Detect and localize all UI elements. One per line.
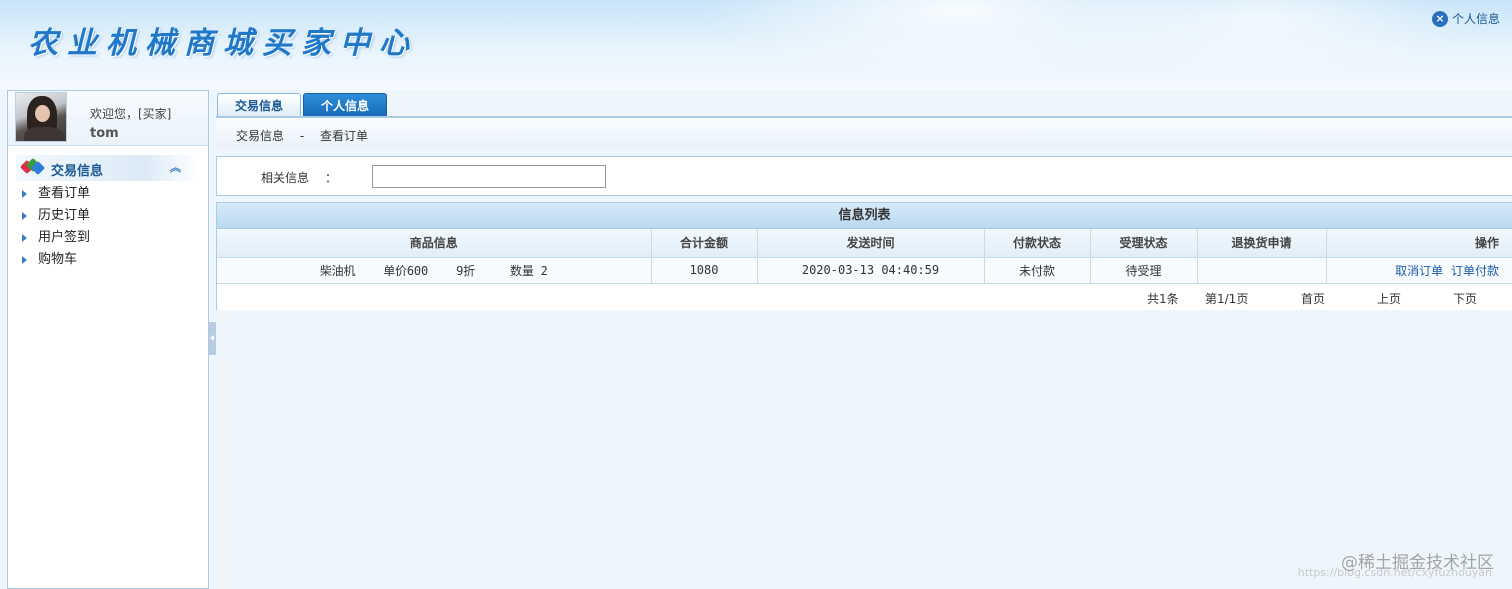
sidebar-item-label: 查看订单 [38,186,91,201]
breadcrumb-page: 查看订单 [320,129,369,143]
breadcrumb-separator: - [299,129,305,143]
pager-total: 共1条 [1147,291,1179,306]
sidebar-item-label: 历史订单 [38,208,91,223]
sidebar-item-history-orders[interactable]: 历史订单 [8,205,208,227]
table-header-row: 商品信息 合计金额 发送时间 付款状态 受理状态 退换货申请 操作 [217,229,1512,258]
cell-actions: 取消订单 订单付款 [1326,257,1512,284]
pager-next-link[interactable]: 下页 [1453,290,1477,307]
pager-page: 第1/1页 [1205,291,1249,306]
user-box: 欢迎您，[买家] tom [8,91,208,146]
tab-trade-info[interactable]: 交易信息 [217,93,301,118]
cell-pay-status: 未付款 [984,257,1091,284]
column-header: 受理状态 [1090,229,1198,258]
column-header: 操作 [1326,229,1512,258]
triangle-right-icon [22,234,27,242]
watermark-url: https://blog.csdn.net/cxyfuzhouyan [1297,566,1492,579]
column-header: 商品信息 [217,229,652,258]
chevron-up-icon[interactable]: ︽ [170,159,181,175]
column-header: 合计金额 [651,229,758,258]
username: tom [90,126,119,141]
order-table: 商品信息 合计金额 发送时间 付款状态 受理状态 退换货申请 操作 柴油机 单价… [217,229,1512,284]
cell-product: 柴油机 单价600 9折 数量 2 [217,257,652,284]
search-input[interactable] [372,165,606,188]
tab-personal-info[interactable]: 个人信息 [303,93,387,118]
sidebar-item-cart[interactable]: 购物车 [8,249,208,271]
welcome-text: 欢迎您，[买家] [90,107,172,121]
triangle-right-icon [22,190,27,198]
column-header: 发送时间 [757,229,985,258]
table-title: 信息列表 [217,203,1512,229]
top-personal-info-link[interactable]: × 个人信息 [1431,10,1500,27]
column-header: 退换货申请 [1197,229,1327,258]
pager-first-link[interactable]: 首页 [1301,290,1325,307]
sidebar-menu-header[interactable]: 交易信息 ︽ [16,155,200,181]
search-panel: 相关信息 ： [216,156,1512,196]
sidebar: 欢迎您，[买家] tom 交易信息 ︽ 查看订单 历史订单 用户签到 购物车 [7,90,209,589]
search-label-colon: ： [325,171,338,185]
cell-total: 1080 [651,257,758,284]
search-label: 相关信息 [261,171,310,185]
sidebar-item-label: 用户签到 [38,230,91,245]
sidebar-menu-list: 查看订单 历史订单 用户签到 购物车 [8,183,208,271]
breadcrumb-section: 交易信息 [236,129,285,143]
tab-bar: 交易信息 个人信息 [216,93,1512,118]
avatar [15,92,67,142]
pager-prev-link[interactable]: 上页 [1377,290,1401,307]
sidebar-collapse-handle[interactable] [209,322,216,355]
table-row: 柴油机 单价600 9折 数量 2 1080 2020-03-13 04:40:… [217,257,1512,284]
cell-return-request [1197,257,1327,284]
triangle-right-icon [22,256,27,264]
column-header: 付款状态 [984,229,1091,258]
header-banner: 农业机械商城买家中心 × 个人信息 [0,0,1512,90]
sidebar-menu-title: 交易信息 [51,164,104,179]
top-personal-info-label: 个人信息 [1451,12,1500,26]
sidebar-item-view-orders[interactable]: 查看订单 [8,183,208,205]
pager: 共1条 第1/1页 首页 上页 下页 [217,283,1512,310]
close-icon: × [1431,10,1448,27]
triangle-right-icon [22,212,27,220]
site-title: 农业机械商城买家中心 [28,26,418,61]
order-table-panel: 信息列表 商品信息 合计金额 发送时间 付款状态 受理状态 退换货申请 操作 柴… [216,202,1512,310]
main-content: 交易信息 个人信息 交易信息 - 查看订单 相关信息 ： 信息列表 商品信息 合… [216,90,1512,589]
cell-time: 2020-03-13 04:40:59 [757,257,985,284]
cancel-order-link[interactable]: 取消订单 [1395,264,1443,278]
pay-order-link[interactable]: 订单付款 [1451,264,1499,278]
breadcrumb: 交易信息 - 查看订单 [216,118,1512,148]
cell-accept-status: 待受理 [1090,257,1198,284]
sidebar-item-label: 购物车 [38,252,78,267]
menu-logo-icon [19,157,46,176]
sidebar-item-sign-in[interactable]: 用户签到 [8,227,208,249]
